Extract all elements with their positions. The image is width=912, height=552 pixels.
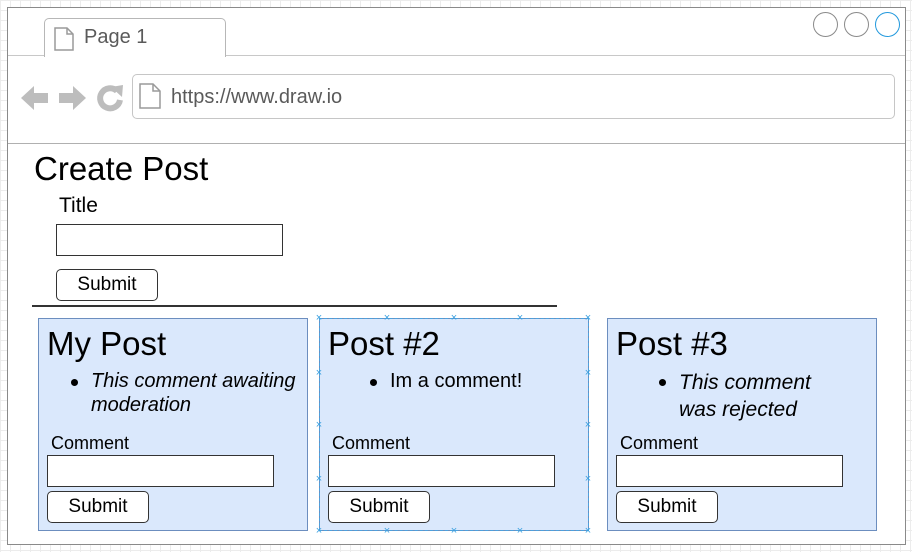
comment-text: This comment was rejected (679, 371, 811, 421)
selection-handle[interactable]: × (584, 420, 592, 431)
comment-input[interactable] (616, 455, 843, 487)
selection-handle[interactable]: × (516, 526, 524, 537)
post-card: Post #2 Im a comment! Comment Submit (319, 318, 589, 531)
page-icon (54, 27, 74, 56)
comment-label: Comment (620, 433, 699, 453)
selection-handle[interactable]: × (315, 420, 323, 431)
forward-arrow-icon[interactable] (57, 83, 87, 118)
comment-input[interactable] (328, 455, 555, 487)
post-title: Post #2 (328, 325, 440, 362)
window-control-circle[interactable] (813, 12, 838, 37)
comment-text: This comment awaiting moderation (91, 370, 296, 416)
selection-handle[interactable]: × (584, 313, 592, 324)
comment-submit-button[interactable]: Submit (328, 491, 430, 523)
comment-submit-button[interactable]: Submit (47, 491, 149, 523)
selection-handle[interactable]: × (516, 313, 524, 324)
post-title: Post #3 (616, 325, 728, 362)
selection-handle[interactable]: × (315, 526, 323, 537)
selection-handle[interactable]: × (315, 313, 323, 324)
selection-handle[interactable]: × (584, 526, 592, 537)
selection-handle[interactable]: × (315, 474, 323, 485)
chrome-divider (8, 143, 905, 144)
selection-handle[interactable]: × (450, 313, 458, 324)
selection-handle[interactable]: × (315, 368, 323, 379)
create-post-heading: Create Post (34, 150, 209, 187)
post-card: Post #3 This comment was rejected Commen… (607, 318, 877, 531)
comment-list: This comment awaiting moderation (71, 369, 301, 417)
back-arrow-icon[interactable] (20, 83, 50, 118)
create-post-submit-button[interactable]: Submit (56, 269, 158, 301)
page-icon (139, 83, 161, 114)
bullet-icon (659, 379, 666, 386)
refresh-icon[interactable] (95, 83, 125, 118)
comment-input[interactable] (47, 455, 274, 487)
selection-handle[interactable]: × (584, 368, 592, 379)
post-card: My Post This comment awaiting moderation… (38, 318, 308, 531)
comment-label: Comment (332, 433, 411, 453)
selection-handle[interactable]: × (450, 526, 458, 537)
comment-text: Im a comment! (390, 370, 523, 392)
comment-list: This comment was rejected (659, 369, 849, 423)
bullet-icon (71, 379, 78, 386)
selection-handle[interactable]: × (383, 526, 391, 537)
section-divider (32, 305, 557, 307)
title-label: Title (59, 194, 98, 217)
selection-handle[interactable]: × (383, 313, 391, 324)
post-title: My Post (47, 325, 167, 362)
bullet-icon (370, 379, 377, 386)
url-text: https://www.draw.io (171, 86, 343, 108)
title-input[interactable] (56, 224, 283, 256)
window-control-circle[interactable] (875, 12, 900, 37)
comment-label: Comment (51, 433, 130, 453)
comment-submit-button[interactable]: Submit (616, 491, 718, 523)
window-control-circle[interactable] (844, 12, 869, 37)
selection-handle[interactable]: × (584, 474, 592, 485)
comment-list: Im a comment! (370, 369, 600, 393)
tab-label: Page 1 (84, 26, 148, 48)
